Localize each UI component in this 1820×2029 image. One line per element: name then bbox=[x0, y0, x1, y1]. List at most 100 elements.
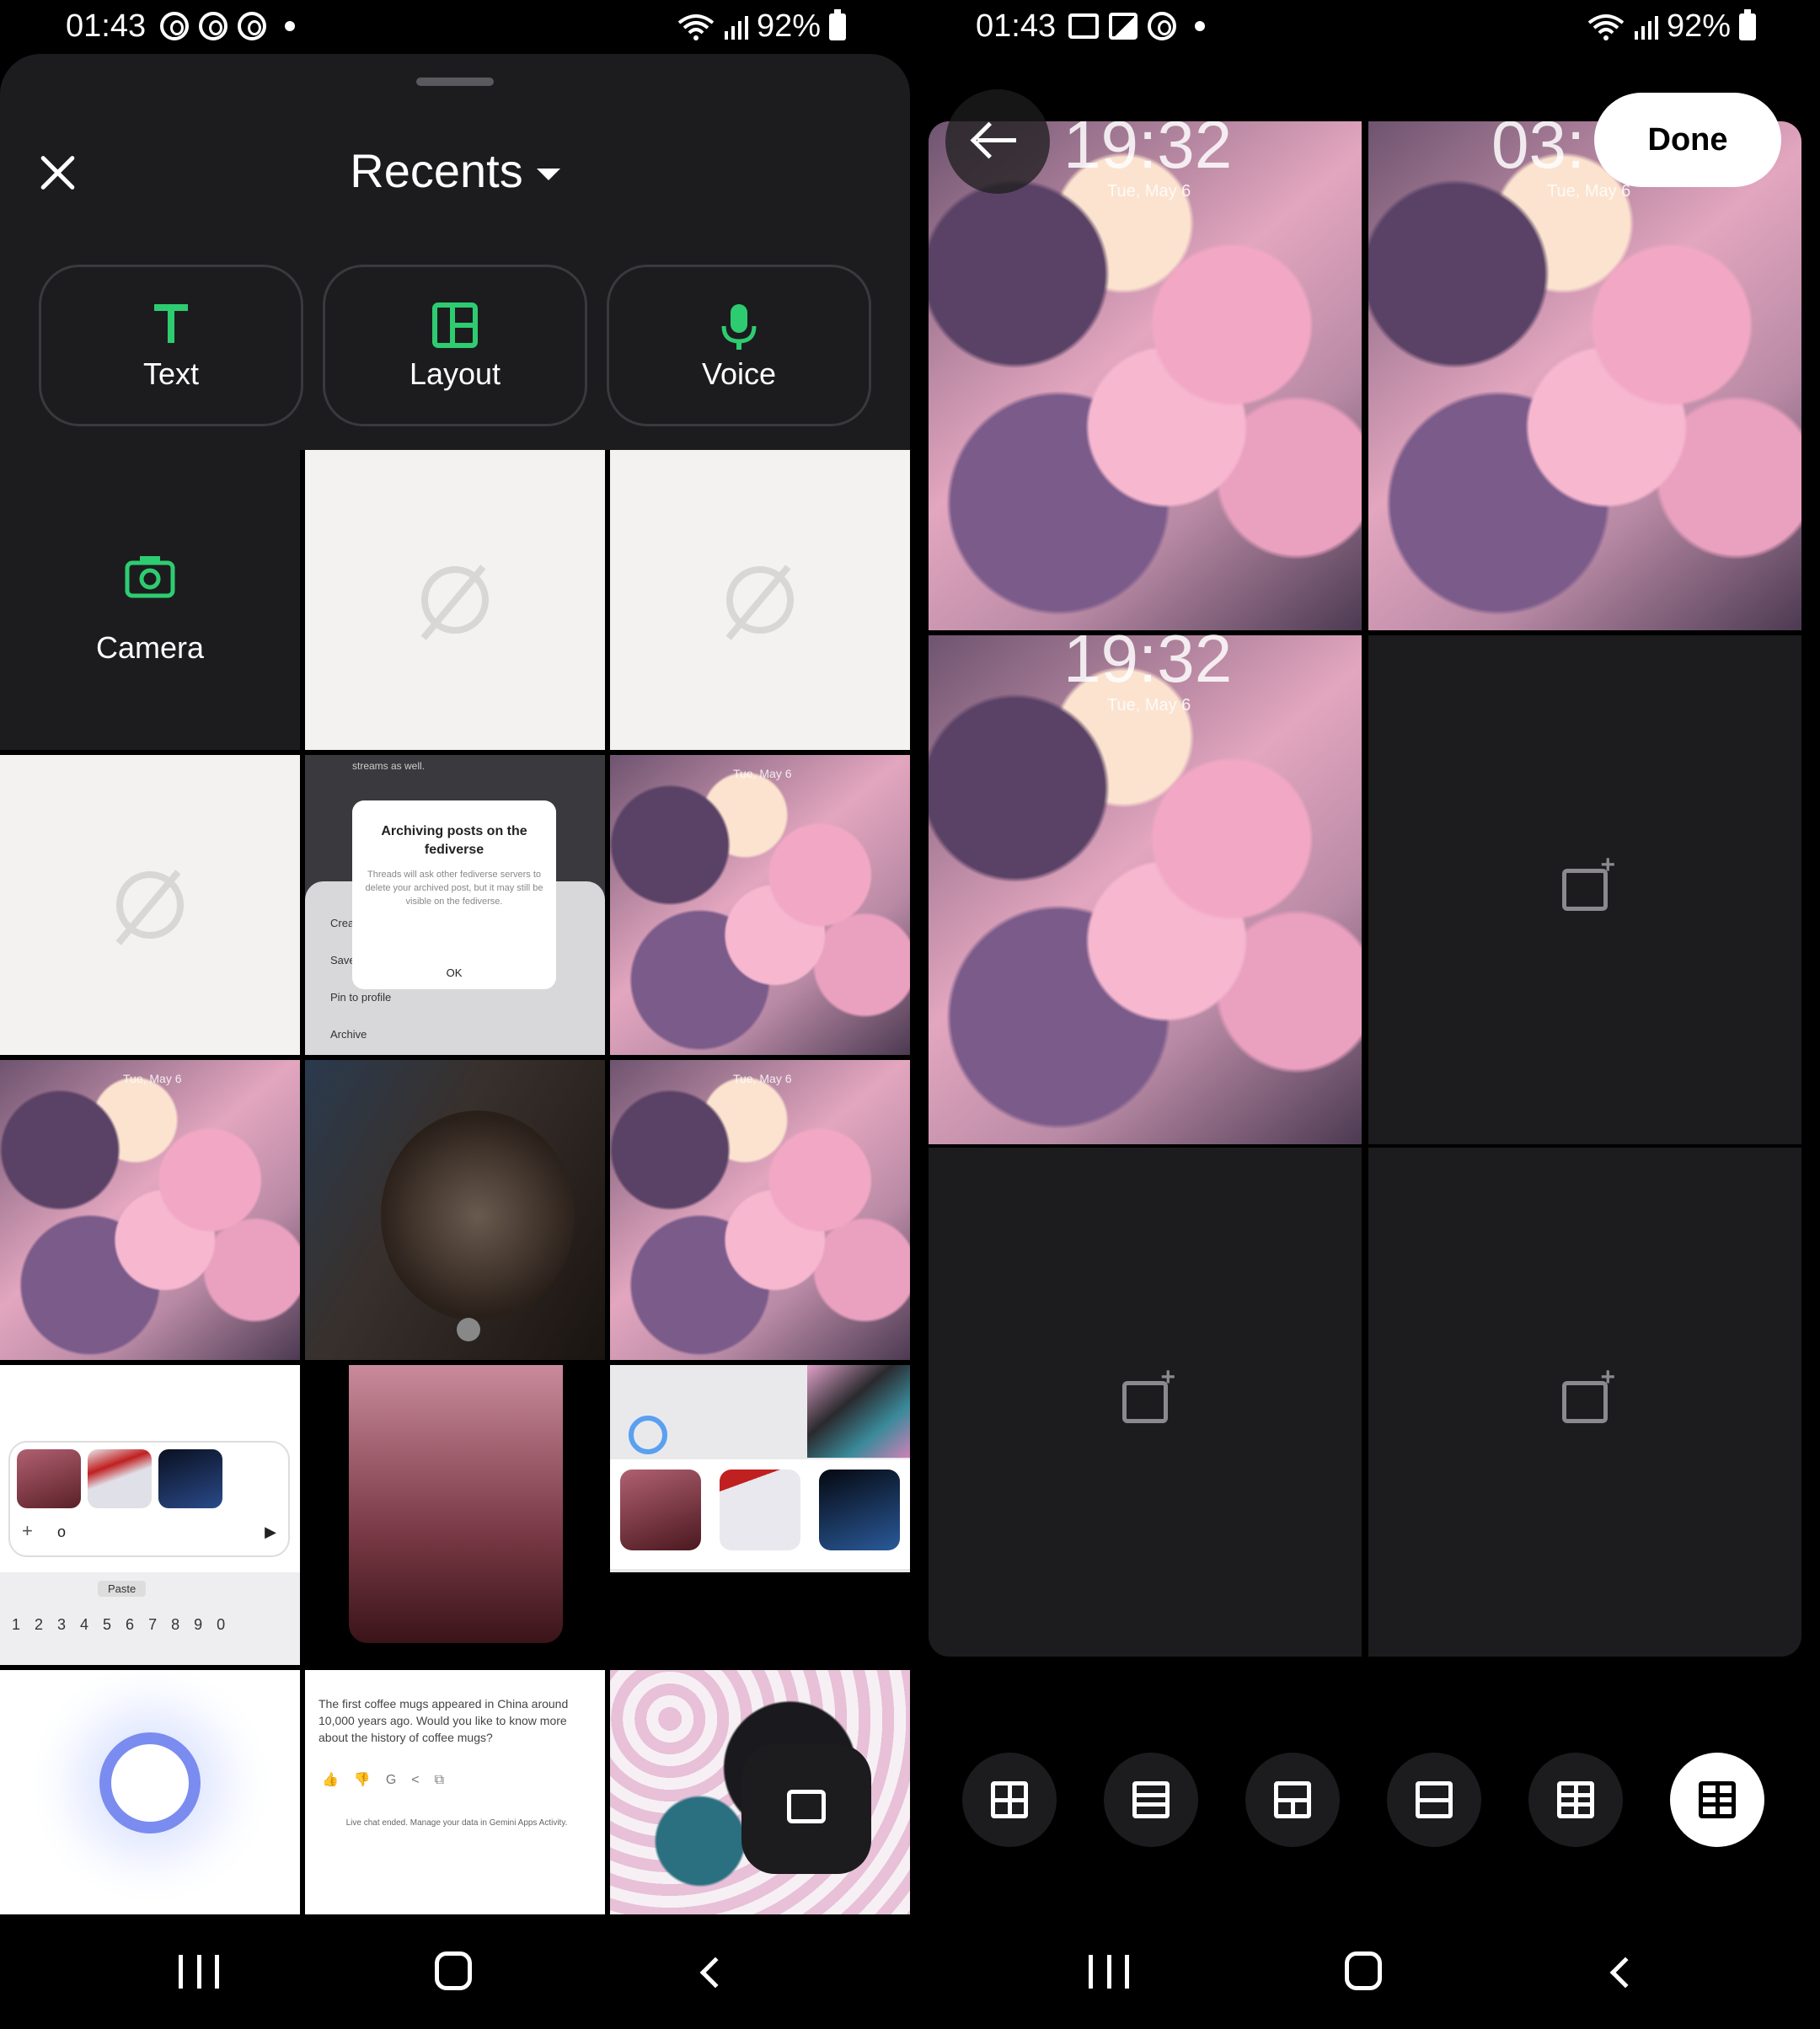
camera-tile[interactable]: Camera bbox=[0, 450, 300, 750]
layout-grid: 19:32 Tue, May 6 03: Tue, May 6 19:32 Tu… bbox=[929, 121, 1801, 1657]
notification-icons bbox=[160, 12, 295, 40]
text-option-button[interactable]: Text bbox=[39, 265, 303, 426]
media-thumb[interactable] bbox=[0, 755, 300, 1055]
thumb-menu-item: Crea bbox=[330, 917, 355, 929]
threads-icon bbox=[160, 12, 189, 40]
grid-top-split-icon bbox=[1274, 1781, 1311, 1818]
layout-2x2-button[interactable] bbox=[962, 1753, 1057, 1847]
image-icon bbox=[1109, 13, 1138, 40]
caret-down-icon bbox=[536, 169, 560, 181]
card-icon bbox=[1068, 13, 1099, 39]
media-thumb-flower[interactable]: Tue, May 6 bbox=[0, 1060, 300, 1360]
layout-slot-empty[interactable] bbox=[1368, 1148, 1801, 1657]
status-right: 92% bbox=[677, 8, 846, 45]
media-thumb-flower[interactable]: Tue, May 6 bbox=[610, 1060, 910, 1360]
layout-2-rows-button[interactable] bbox=[1387, 1753, 1481, 1847]
loading-placeholder-icon bbox=[116, 871, 184, 939]
back-nav-icon[interactable] bbox=[699, 1957, 731, 1989]
thumb-phone-screen bbox=[349, 1365, 563, 1643]
done-button[interactable]: Done bbox=[1594, 93, 1781, 187]
layout-icon bbox=[432, 302, 478, 356]
layout-slot-filled[interactable]: 19:32 Tue, May 6 bbox=[929, 621, 1362, 1144]
media-thumb[interactable] bbox=[305, 450, 605, 750]
media-picker-sheet: Recents Text Layout Voice bbox=[0, 54, 910, 450]
media-thumb-gemini-screenshot[interactable] bbox=[610, 1365, 910, 1665]
thumb-bottom bbox=[610, 1572, 910, 1665]
loading-placeholder-icon bbox=[726, 566, 794, 634]
status-bar: 01:43 92% bbox=[910, 0, 1820, 54]
add-image-icon bbox=[1562, 1363, 1615, 1423]
thumb-date: Tue, May 6 bbox=[733, 1072, 792, 1085]
back-button[interactable] bbox=[945, 89, 1050, 194]
status-time: 01:43 bbox=[976, 8, 1057, 44]
layout-slot-empty[interactable] bbox=[1368, 635, 1801, 1144]
media-thumb-chat-screenshot[interactable]: The first coffee mugs appeared in China … bbox=[305, 1670, 605, 1914]
more-notifications-dot bbox=[285, 21, 295, 31]
threads-icon bbox=[238, 12, 266, 40]
media-thumb-dialog-screenshot[interactable]: streams as well. Crea Save Pin to profil… bbox=[305, 755, 605, 1055]
thumb-selected-item bbox=[720, 1470, 800, 1550]
thumb-attachment bbox=[88, 1449, 152, 1508]
lockscreen-clock: 03: bbox=[1491, 121, 1586, 182]
multi-select-icon bbox=[787, 1790, 826, 1823]
thumb-keyboard: Paste 1 2 3 4 5 6 7 8 9 0 bbox=[0, 1572, 300, 1665]
recents-nav-icon[interactable] bbox=[1089, 1955, 1129, 1989]
thumb-menu-item: Archive bbox=[330, 1028, 367, 1041]
layout-2x3-button[interactable] bbox=[1528, 1753, 1623, 1847]
grid-2x3-icon bbox=[1557, 1781, 1594, 1818]
back-nav-icon[interactable] bbox=[1609, 1957, 1641, 1989]
home-nav-icon[interactable] bbox=[435, 1951, 472, 1990]
battery-percent: 92% bbox=[1666, 8, 1731, 44]
media-thumb-keyboard-screenshot[interactable]: + o ▶ Paste 1 2 3 4 5 6 7 8 9 0 bbox=[0, 1365, 300, 1665]
assistant-ring-icon bbox=[99, 1732, 201, 1834]
thumb-dialog-ok: OK bbox=[446, 966, 463, 979]
layout-slot-empty[interactable] bbox=[929, 1148, 1362, 1657]
layout-3-rows-button[interactable] bbox=[1104, 1753, 1198, 1847]
layout-slot-filled[interactable]: 03: Tue, May 6 bbox=[1368, 121, 1801, 630]
recents-nav-icon[interactable] bbox=[179, 1955, 219, 1989]
grid-2x2-icon bbox=[991, 1781, 1028, 1818]
media-thumb-video[interactable] bbox=[305, 1060, 605, 1360]
multi-select-button[interactable] bbox=[741, 1744, 871, 1874]
thumb-menu-item: Pin to profile bbox=[330, 991, 392, 1004]
lockscreen-date: Tue, May 6 bbox=[1107, 182, 1191, 201]
media-thumb-assistant[interactable] bbox=[0, 1670, 300, 1914]
media-thumb-phone[interactable] bbox=[305, 1365, 605, 1665]
thumb-gemini-ring bbox=[629, 1416, 667, 1454]
media-thumb[interactable] bbox=[610, 450, 910, 750]
right-screen: 01:43 92% 19:32 Tue, May 6 03: Tue, May … bbox=[910, 0, 1820, 2029]
thumb-date: Tue, May 6 bbox=[733, 767, 792, 780]
thumb-dialog-body: Threads will ask other fediverse servers… bbox=[365, 870, 543, 907]
home-nav-icon[interactable] bbox=[1345, 1951, 1382, 1990]
thumb-photo bbox=[807, 1365, 910, 1458]
mic-icon bbox=[720, 302, 757, 359]
media-grid: Camera streams as well. Crea Save Pin to… bbox=[0, 450, 910, 1914]
layout-option-button[interactable]: Layout bbox=[323, 265, 587, 426]
text-option-label: Text bbox=[142, 356, 200, 391]
battery-icon bbox=[829, 8, 846, 40]
notification-icons bbox=[1068, 12, 1205, 40]
signal-icon bbox=[724, 15, 748, 40]
thumb-chat-actions: 👍👎G<⧉ bbox=[322, 1773, 460, 1787]
battery-percent: 92% bbox=[756, 8, 821, 44]
layout-option-label: Layout bbox=[409, 356, 501, 391]
layout-slot-filled[interactable]: 19:32 Tue, May 6 bbox=[929, 121, 1362, 630]
album-selector[interactable]: Recents bbox=[0, 143, 910, 198]
layout-options-bar bbox=[961, 1753, 1803, 1847]
thumb-selected-item bbox=[819, 1470, 900, 1550]
thumb-compose-box: + o ▶ bbox=[8, 1441, 290, 1557]
thumb-chat-text: The first coffee mugs appeared in China … bbox=[318, 1697, 569, 1744]
layout-3x2-button-selected[interactable] bbox=[1670, 1753, 1764, 1847]
voice-option-button[interactable]: Voice bbox=[607, 265, 871, 426]
arrow-left-icon bbox=[977, 138, 1016, 142]
signal-icon bbox=[1634, 15, 1658, 40]
text-icon bbox=[153, 302, 190, 352]
layout-top-split-button[interactable] bbox=[1245, 1753, 1340, 1847]
lockscreen-clock: 19:32 bbox=[1063, 621, 1233, 696]
thumb-text: streams as well. bbox=[352, 760, 426, 772]
thumb-send-icon: ▶ bbox=[265, 1523, 276, 1540]
thumb-date: Tue, May 6 bbox=[123, 1072, 182, 1085]
media-thumb-flower[interactable]: Tue, May 6 bbox=[610, 755, 910, 1055]
thumb-attachment bbox=[17, 1449, 81, 1508]
sheet-drag-handle[interactable] bbox=[416, 78, 494, 86]
